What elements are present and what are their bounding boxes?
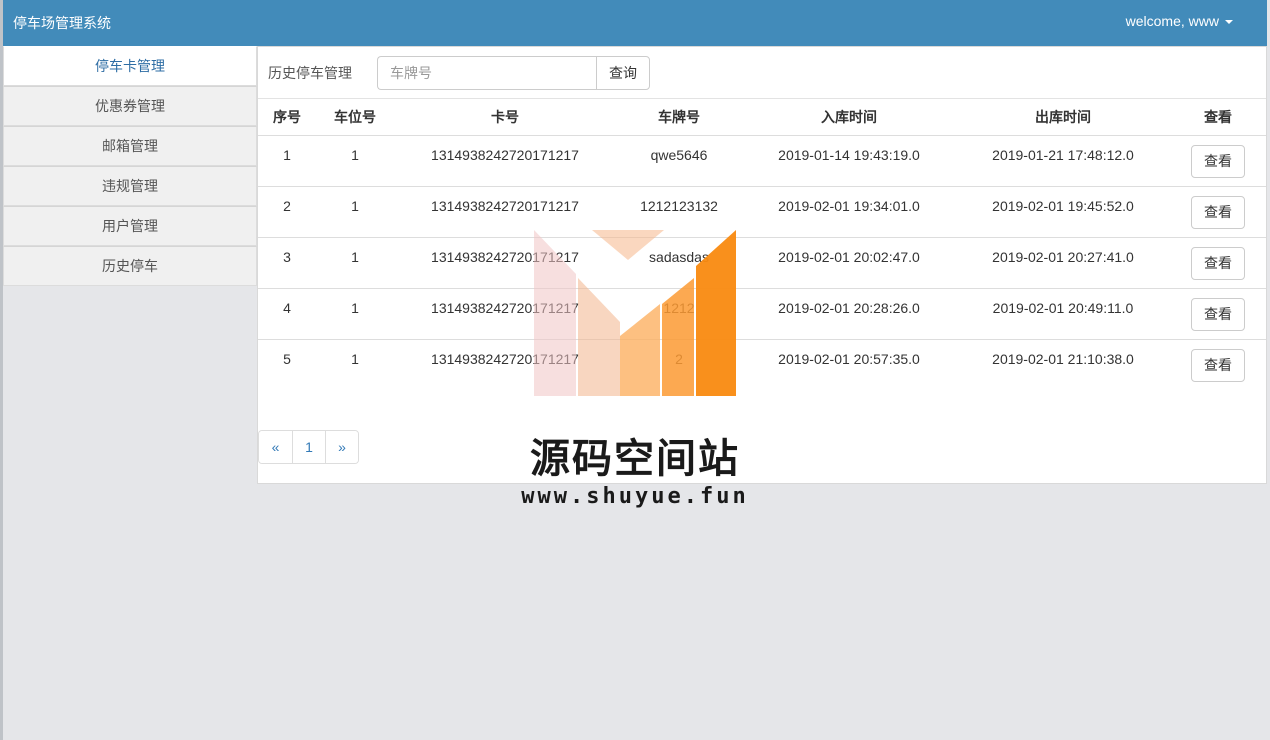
- pagination: « 1 »: [258, 430, 359, 464]
- cell-in-time: 2019-01-14 19:43:19.0: [742, 135, 956, 187]
- view-button[interactable]: 查看: [1191, 246, 1245, 280]
- cell-plate: 2: [675, 350, 683, 367]
- cell-seq: 2: [258, 186, 316, 238]
- cell-action: 查看: [1170, 339, 1266, 390]
- cell-card: 1314938242720171217: [394, 237, 616, 289]
- cell-in-time: 2019-02-01 20:57:35.0: [778, 350, 920, 367]
- cell-plate: 1212: [616, 288, 742, 340]
- cell-card: 1314938242720171217: [394, 186, 616, 238]
- sidebar-item-email[interactable]: 邮箱管理: [3, 126, 257, 166]
- col-header-card: 卡号: [394, 99, 616, 136]
- table-row: 4 1 1314938242720171217 1212 2019-02-01 …: [258, 288, 1266, 340]
- history-table: 序号 车位号 卡号 车牌号 入库时间 出库时间 查看 1 1 131493824…: [258, 99, 1266, 390]
- page-next-button[interactable]: »: [325, 431, 358, 463]
- cell-out-time: 2019-01-21 17:48:12.0: [956, 135, 1170, 187]
- cell-seq: 5: [283, 350, 291, 367]
- cell-space: 1: [316, 186, 394, 238]
- cell-space: 1: [316, 288, 394, 340]
- watermark-url: www.shuyue.fun: [521, 484, 749, 509]
- sidebar-item-label: 历史停车: [102, 258, 158, 274]
- app-title: 停车场管理系统: [13, 15, 111, 31]
- sidebar-item-label: 违规管理: [102, 178, 158, 194]
- cell-out-time: 2019-02-01 20:27:41.0: [956, 237, 1170, 289]
- sidebar-item-users[interactable]: 用户管理: [3, 206, 257, 246]
- col-header-in-time: 入库时间: [742, 99, 956, 136]
- table-row: 5 1 1314938242720171217 2 2019-02-01 20:…: [258, 339, 1266, 390]
- cell-card: 1314938242720171217: [394, 288, 616, 340]
- page-prev-button[interactable]: «: [259, 431, 292, 463]
- cell-plate: qwe5646: [616, 135, 742, 187]
- col-header-plate: 车牌号: [616, 99, 742, 136]
- cell-plate: sadasdas: [616, 237, 742, 289]
- cell-action: 查看: [1170, 288, 1266, 340]
- cell-seq: 1: [258, 135, 316, 187]
- sidebar-item-history[interactable]: 历史停车: [3, 246, 257, 286]
- search-button[interactable]: 查询: [596, 56, 650, 90]
- sidebar-item-label: 停车卡管理: [95, 58, 165, 74]
- cell-plate: 1212123132: [616, 186, 742, 238]
- search-toolbar: 历史停车管理 查询: [258, 47, 1266, 99]
- sidebar-item-parking-card[interactable]: 停车卡管理: [3, 46, 257, 86]
- sidebar-item-violation[interactable]: 违规管理: [3, 166, 257, 206]
- sidebar-item-label: 优惠券管理: [95, 98, 165, 114]
- table-header-row: 序号 车位号 卡号 车牌号 入库时间 出库时间 查看: [258, 99, 1266, 136]
- cell-seq: 4: [258, 288, 316, 340]
- sidebar-item-coupon[interactable]: 优惠券管理: [3, 86, 257, 126]
- col-header-space: 车位号: [316, 99, 394, 136]
- view-button[interactable]: 查看: [1191, 195, 1245, 229]
- cell-out-time: 2019-02-01 19:45:52.0: [956, 186, 1170, 238]
- table-row: 3 1 1314938242720171217 sadasdas 2019-02…: [258, 237, 1266, 289]
- main-panel: 历史停车管理 查询 序号 车位号 卡号 车牌号 入库时间 出库时间 查看 1 1…: [257, 46, 1267, 484]
- col-header-out-time: 出库时间: [956, 99, 1170, 136]
- view-button[interactable]: 查看: [1191, 297, 1245, 331]
- view-button[interactable]: 查看: [1191, 144, 1245, 178]
- page-title: 历史停车管理: [268, 65, 352, 81]
- cell-in-time: 2019-02-01 20:02:47.0: [742, 237, 956, 289]
- cell-in-time: 2019-02-01 19:34:01.0: [742, 186, 956, 238]
- cell-seq: 3: [258, 237, 316, 289]
- cell-in-time: 2019-02-01 20:28:26.0: [742, 288, 956, 340]
- table-row: 2 1 1314938242720171217 1212123132 2019-…: [258, 186, 1266, 238]
- cell-action: 查看: [1170, 237, 1266, 289]
- cell-space: 1: [316, 135, 394, 187]
- user-label: welcome, www: [1125, 13, 1219, 29]
- col-header-seq: 序号: [258, 99, 316, 136]
- user-dropdown[interactable]: welcome, www: [1126, 13, 1233, 29]
- plate-search-input[interactable]: [377, 56, 597, 90]
- sidebar-item-label: 用户管理: [102, 218, 158, 234]
- top-navbar: 停车场管理系统 welcome, www: [3, 0, 1267, 46]
- sidebar-item-label: 邮箱管理: [102, 138, 158, 154]
- cell-out-time: 2019-02-01 20:49:11.0: [956, 288, 1170, 340]
- cell-card: 1314938242720171217: [431, 350, 579, 367]
- view-button[interactable]: 查看: [1191, 348, 1245, 382]
- table-row: 1 1 1314938242720171217 qwe5646 2019-01-…: [258, 135, 1266, 187]
- caret-down-icon: [1225, 20, 1233, 25]
- page-number-button[interactable]: 1: [292, 431, 325, 463]
- cell-action: 查看: [1170, 186, 1266, 238]
- cell-out-time: 2019-02-01 21:10:38.0: [992, 350, 1134, 367]
- cell-space: 1: [316, 237, 394, 289]
- cell-space: 1: [351, 350, 359, 367]
- col-header-view: 查看: [1170, 99, 1266, 136]
- sidebar: 停车卡管理 优惠券管理 邮箱管理 违规管理 用户管理 历史停车: [3, 46, 257, 286]
- cell-action: 查看: [1170, 135, 1266, 187]
- cell-card: 1314938242720171217: [394, 135, 616, 187]
